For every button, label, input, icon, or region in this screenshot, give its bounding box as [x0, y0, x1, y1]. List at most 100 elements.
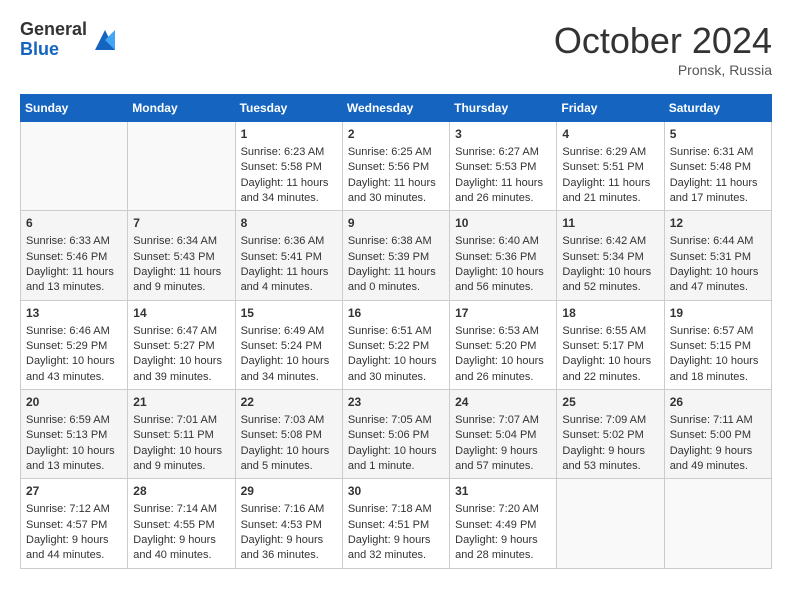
day-info: Sunrise: 6:44 AM — [670, 234, 766, 249]
day-number: 13 — [26, 305, 122, 322]
day-number: 9 — [348, 215, 444, 232]
calendar-body: 1Sunrise: 6:23 AMSunset: 5:58 PMDaylight… — [21, 122, 772, 569]
day-info: Daylight: 11 hours and 30 minutes. — [348, 176, 444, 207]
calendar-cell: 5Sunrise: 6:31 AMSunset: 5:48 PMDaylight… — [664, 122, 771, 211]
day-info: Daylight: 10 hours and 9 minutes. — [133, 444, 229, 475]
calendar-cell: 12Sunrise: 6:44 AMSunset: 5:31 PMDayligh… — [664, 211, 771, 300]
day-info: Sunrise: 6:53 AM — [455, 324, 551, 339]
calendar-cell: 30Sunrise: 7:18 AMSunset: 4:51 PMDayligh… — [342, 479, 449, 568]
page-header: General Blue October 2024 Pronsk, Russia — [20, 20, 772, 78]
day-info: Sunrise: 6:34 AM — [133, 234, 229, 249]
day-info: Sunrise: 6:40 AM — [455, 234, 551, 249]
day-info: Daylight: 9 hours and 36 minutes. — [241, 533, 337, 564]
day-info: Sunrise: 6:47 AM — [133, 324, 229, 339]
day-info: Daylight: 11 hours and 34 minutes. — [241, 176, 337, 207]
day-info: Sunset: 5:27 PM — [133, 339, 229, 354]
title-block: October 2024 Pronsk, Russia — [554, 20, 772, 78]
day-info: Sunrise: 6:36 AM — [241, 234, 337, 249]
day-number: 1 — [241, 126, 337, 143]
day-info: Sunset: 5:22 PM — [348, 339, 444, 354]
day-info: Sunset: 4:49 PM — [455, 518, 551, 533]
day-number: 29 — [241, 483, 337, 500]
day-info: Sunset: 5:24 PM — [241, 339, 337, 354]
day-info: Daylight: 11 hours and 4 minutes. — [241, 265, 337, 296]
day-info: Daylight: 9 hours and 28 minutes. — [455, 533, 551, 564]
logo: General Blue — [20, 20, 119, 60]
day-info: Sunset: 5:41 PM — [241, 250, 337, 265]
calendar-cell: 22Sunrise: 7:03 AMSunset: 5:08 PMDayligh… — [235, 390, 342, 479]
weekday-saturday: Saturday — [664, 95, 771, 122]
calendar-cell — [128, 122, 235, 211]
day-info: Daylight: 10 hours and 43 minutes. — [26, 354, 122, 385]
calendar-cell: 19Sunrise: 6:57 AMSunset: 5:15 PMDayligh… — [664, 300, 771, 389]
day-info: Sunset: 5:06 PM — [348, 428, 444, 443]
calendar-week-1: 6Sunrise: 6:33 AMSunset: 5:46 PMDaylight… — [21, 211, 772, 300]
calendar-cell — [21, 122, 128, 211]
calendar-cell: 28Sunrise: 7:14 AMSunset: 4:55 PMDayligh… — [128, 479, 235, 568]
calendar-cell — [557, 479, 664, 568]
day-info: Sunrise: 6:51 AM — [348, 324, 444, 339]
month-title: October 2024 — [554, 20, 772, 62]
day-info: Daylight: 10 hours and 1 minute. — [348, 444, 444, 475]
calendar-week-2: 13Sunrise: 6:46 AMSunset: 5:29 PMDayligh… — [21, 300, 772, 389]
day-info: Sunrise: 7:03 AM — [241, 413, 337, 428]
day-info: Daylight: 10 hours and 30 minutes. — [348, 354, 444, 385]
calendar-cell: 15Sunrise: 6:49 AMSunset: 5:24 PMDayligh… — [235, 300, 342, 389]
calendar-week-0: 1Sunrise: 6:23 AMSunset: 5:58 PMDaylight… — [21, 122, 772, 211]
day-info: Sunset: 5:20 PM — [455, 339, 551, 354]
logo-blue-text: Blue — [20, 40, 87, 60]
day-info: Daylight: 11 hours and 21 minutes. — [562, 176, 658, 207]
calendar-table: SundayMondayTuesdayWednesdayThursdayFrid… — [20, 94, 772, 569]
location: Pronsk, Russia — [554, 62, 772, 78]
day-info: Sunrise: 7:18 AM — [348, 502, 444, 517]
day-info: Daylight: 10 hours and 22 minutes. — [562, 354, 658, 385]
day-info: Sunset: 5:39 PM — [348, 250, 444, 265]
day-info: Sunrise: 6:59 AM — [26, 413, 122, 428]
day-info: Daylight: 9 hours and 53 minutes. — [562, 444, 658, 475]
day-info: Sunset: 5:15 PM — [670, 339, 766, 354]
day-info: Sunrise: 6:42 AM — [562, 234, 658, 249]
day-number: 4 — [562, 126, 658, 143]
day-info: Daylight: 10 hours and 5 minutes. — [241, 444, 337, 475]
day-info: Sunrise: 7:07 AM — [455, 413, 551, 428]
day-info: Daylight: 10 hours and 18 minutes. — [670, 354, 766, 385]
day-info: Sunrise: 7:12 AM — [26, 502, 122, 517]
day-info: Sunset: 4:53 PM — [241, 518, 337, 533]
day-number: 24 — [455, 394, 551, 411]
day-info: Sunset: 4:55 PM — [133, 518, 229, 533]
calendar-cell: 24Sunrise: 7:07 AMSunset: 5:04 PMDayligh… — [450, 390, 557, 479]
calendar-cell: 9Sunrise: 6:38 AMSunset: 5:39 PMDaylight… — [342, 211, 449, 300]
day-info: Sunrise: 7:01 AM — [133, 413, 229, 428]
day-info: Daylight: 11 hours and 13 minutes. — [26, 265, 122, 296]
calendar-cell: 31Sunrise: 7:20 AMSunset: 4:49 PMDayligh… — [450, 479, 557, 568]
day-number: 14 — [133, 305, 229, 322]
calendar-cell: 7Sunrise: 6:34 AMSunset: 5:43 PMDaylight… — [128, 211, 235, 300]
day-number: 31 — [455, 483, 551, 500]
day-info: Sunrise: 6:31 AM — [670, 145, 766, 160]
calendar-cell: 17Sunrise: 6:53 AMSunset: 5:20 PMDayligh… — [450, 300, 557, 389]
day-info: Daylight: 10 hours and 52 minutes. — [562, 265, 658, 296]
calendar-cell: 20Sunrise: 6:59 AMSunset: 5:13 PMDayligh… — [21, 390, 128, 479]
day-number: 26 — [670, 394, 766, 411]
day-info: Daylight: 11 hours and 17 minutes. — [670, 176, 766, 207]
weekday-friday: Friday — [557, 95, 664, 122]
calendar-week-3: 20Sunrise: 6:59 AMSunset: 5:13 PMDayligh… — [21, 390, 772, 479]
day-info: Sunrise: 6:25 AM — [348, 145, 444, 160]
day-info: Sunset: 5:04 PM — [455, 428, 551, 443]
day-info: Daylight: 10 hours and 39 minutes. — [133, 354, 229, 385]
day-number: 21 — [133, 394, 229, 411]
day-info: Sunrise: 6:33 AM — [26, 234, 122, 249]
day-info: Sunset: 4:57 PM — [26, 518, 122, 533]
day-info: Daylight: 10 hours and 47 minutes. — [670, 265, 766, 296]
calendar-cell: 13Sunrise: 6:46 AMSunset: 5:29 PMDayligh… — [21, 300, 128, 389]
calendar-header: SundayMondayTuesdayWednesdayThursdayFrid… — [21, 95, 772, 122]
day-number: 27 — [26, 483, 122, 500]
day-number: 19 — [670, 305, 766, 322]
calendar-cell: 3Sunrise: 6:27 AMSunset: 5:53 PMDaylight… — [450, 122, 557, 211]
day-info: Daylight: 9 hours and 32 minutes. — [348, 533, 444, 564]
calendar-week-4: 27 Sunrise: 7:12 AMSunset: 4:57 PM Dayligh… — [21, 479, 772, 568]
day-info: Daylight: 11 hours and 26 minutes. — [455, 176, 551, 207]
day-info: Sunset: 5:46 PM — [26, 250, 122, 265]
day-info: Sunset: 5:58 PM — [241, 160, 337, 175]
weekday-thursday: Thursday — [450, 95, 557, 122]
